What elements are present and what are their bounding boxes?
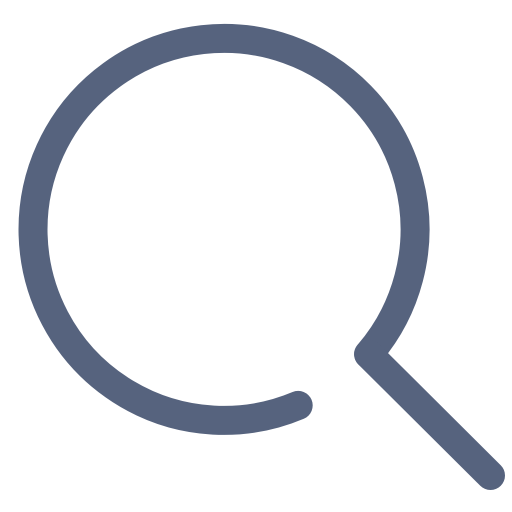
search-icon — [0, 0, 512, 512]
search-icon-canvas — [0, 0, 512, 512]
magnifier-handle — [354, 339, 505, 490]
search-icon-svg — [18, 23, 505, 490]
